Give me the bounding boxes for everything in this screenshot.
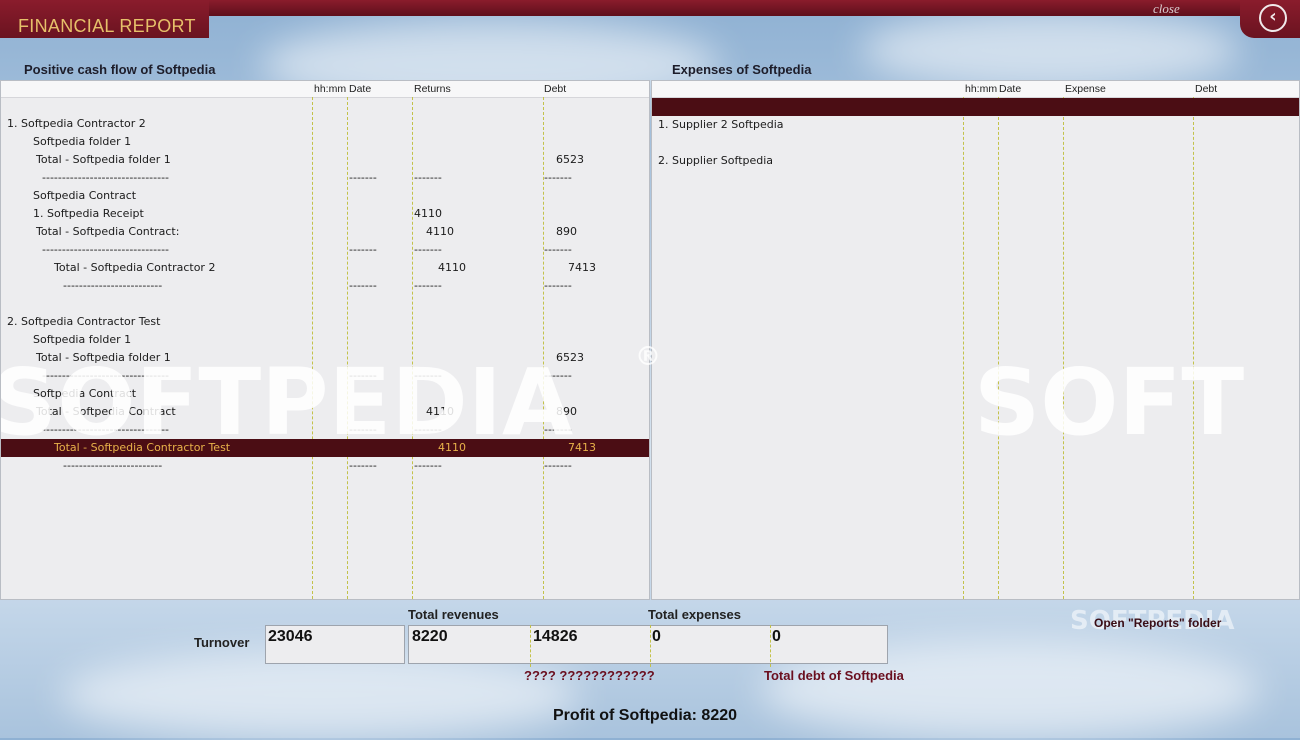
- row-name: 1. Softpedia Receipt: [33, 207, 144, 220]
- open-reports-folder-button[interactable]: Open "Reports" folder: [1094, 616, 1221, 630]
- expenses-title: Expenses of Softpedia: [672, 62, 812, 77]
- watermark-text: SOFTPEDIA: [0, 349, 574, 456]
- column-divider: [963, 97, 964, 599]
- table-row[interactable]: ----------------------------------------…: [1, 457, 649, 475]
- column-header-date[interactable]: Date: [349, 83, 371, 95]
- row-returns: -------: [414, 243, 442, 256]
- row-name: 1. Supplier 2 Softpedia: [658, 118, 784, 131]
- table-row[interactable]: [652, 98, 1299, 116]
- column-header-date[interactable]: Date: [999, 83, 1021, 95]
- column-header-time[interactable]: hh:mm: [965, 83, 997, 95]
- row-name: Softpedia Contract: [33, 189, 137, 202]
- expenses-table-header: hh:mm Date Expense Debt: [652, 81, 1299, 98]
- row-debt: -------: [544, 243, 572, 256]
- turnover-label: Turnover: [194, 635, 250, 650]
- row-debt: 7413: [568, 261, 596, 274]
- row-name: --------------------------------: [42, 171, 170, 184]
- table-row[interactable]: Softpedia folder 1: [1, 331, 649, 349]
- row-date: -------: [349, 243, 377, 256]
- column-header-debt[interactable]: Debt: [544, 83, 566, 95]
- watermark-text: SOFT: [974, 349, 1245, 456]
- row-name: Softpedia folder 1: [33, 333, 132, 346]
- row-name: 2. Softpedia Contractor Test: [7, 315, 161, 328]
- cashflow-table-header: hh:mm Date Returns Debt: [1, 81, 649, 98]
- row-debt: 890: [556, 225, 577, 238]
- table-row[interactable]: [1, 295, 649, 313]
- row-name: Total - Softpedia folder 1: [36, 153, 171, 166]
- total-expenses-label: Total expenses: [648, 607, 741, 622]
- revenues-value: 8220: [412, 628, 448, 645]
- row-name: Total - Softpedia Contractor 2: [54, 261, 216, 274]
- row-name: 2. Supplier Softpedia: [658, 154, 774, 167]
- table-row[interactable]: Total - Softpedia Contract: 4110 890: [1, 223, 649, 241]
- table-row[interactable]: 1. Softpedia Receipt 4110: [1, 205, 649, 223]
- app-title: FINANCIAL REPORT: [18, 16, 196, 36]
- row-name: Softpedia folder 1: [33, 135, 132, 148]
- row-date: -------: [349, 171, 377, 184]
- expenses-table[interactable]: hh:mm Date Expense Debt 1. Supplier 2 So…: [651, 80, 1300, 600]
- row-debt: -------: [544, 171, 572, 184]
- column-divider: [998, 97, 999, 599]
- row-name: --------------------------------: [42, 243, 170, 256]
- table-row[interactable]: ----------------------------------------…: [1, 169, 649, 187]
- chevron-left-icon[interactable]: ‹: [1259, 4, 1287, 32]
- row-debt: -------: [544, 279, 572, 292]
- garbled-label: ???? ????????????: [524, 668, 655, 683]
- cashflow-table[interactable]: hh:mm Date Returns Debt 1. Softpedia Con…: [0, 80, 650, 600]
- profit-summary: Profit of Softpedia: 8220: [553, 707, 738, 724]
- row-returns: 4110: [426, 225, 454, 238]
- row-debt: 6523: [556, 153, 584, 166]
- debt-value: 0: [772, 628, 781, 645]
- column-header-debt[interactable]: Debt: [1195, 83, 1217, 95]
- row-returns: -------: [414, 279, 442, 292]
- row-name: -------------------------: [63, 279, 163, 292]
- totals-field[interactable]: [408, 625, 888, 664]
- table-row[interactable]: Softpedia Contract: [1, 187, 649, 205]
- row-returns: -------: [414, 459, 442, 472]
- title-tab: FINANCIAL REPORT: [0, 0, 209, 38]
- expenses-value: 0: [652, 628, 661, 645]
- close-button[interactable]: close: [1153, 1, 1180, 17]
- total-revenues-label: Total revenues: [408, 607, 499, 622]
- table-row[interactable]: Total - Softpedia folder 1 6523: [1, 151, 649, 169]
- turnover-value: 23046: [268, 628, 313, 645]
- cloud-decoration: [860, 10, 1240, 90]
- column-header-time[interactable]: hh:mm: [314, 83, 346, 95]
- row-debt: -------: [544, 459, 572, 472]
- row-returns: -------: [414, 171, 442, 184]
- positive-cashflow-title: Positive cash flow of Softpedia: [24, 62, 216, 77]
- row-name: 1. Softpedia Contractor 2: [7, 117, 146, 130]
- registered-mark: ®: [635, 342, 661, 372]
- field-divider: [650, 625, 651, 667]
- field-divider: [770, 625, 771, 667]
- row-date: -------: [349, 459, 377, 472]
- table-row[interactable]: ----------------------------------------…: [1, 241, 649, 259]
- table-row[interactable]: Softpedia folder 1: [1, 133, 649, 151]
- row-returns: 4110: [438, 261, 466, 274]
- row-returns: 4110: [414, 207, 442, 220]
- field-divider: [530, 625, 531, 667]
- row-name: -------------------------: [63, 459, 163, 472]
- column-header-expense[interactable]: Expense: [1065, 83, 1106, 95]
- column-header-returns[interactable]: Returns: [414, 83, 451, 95]
- column-divider: [1193, 97, 1194, 599]
- table-row[interactable]: Total - Softpedia Contractor 2 4110 7413: [1, 259, 649, 277]
- table-row[interactable]: [652, 134, 1299, 152]
- table-row[interactable]: 2. Softpedia Contractor Test: [1, 313, 649, 331]
- total-debt-label: Total debt of Softpedia: [764, 668, 904, 683]
- row-date: -------: [349, 279, 377, 292]
- row-name: Total - Softpedia Contract:: [36, 225, 180, 238]
- table-row[interactable]: ----------------------------------------…: [1, 277, 649, 295]
- revenues-value-secondary: 14826: [533, 628, 578, 645]
- table-row[interactable]: 2. Supplier Softpedia: [652, 152, 1299, 170]
- table-row[interactable]: 1. Softpedia Contractor 2: [1, 115, 649, 133]
- table-row[interactable]: 1. Supplier 2 Softpedia: [652, 116, 1299, 134]
- column-divider: [1063, 97, 1064, 599]
